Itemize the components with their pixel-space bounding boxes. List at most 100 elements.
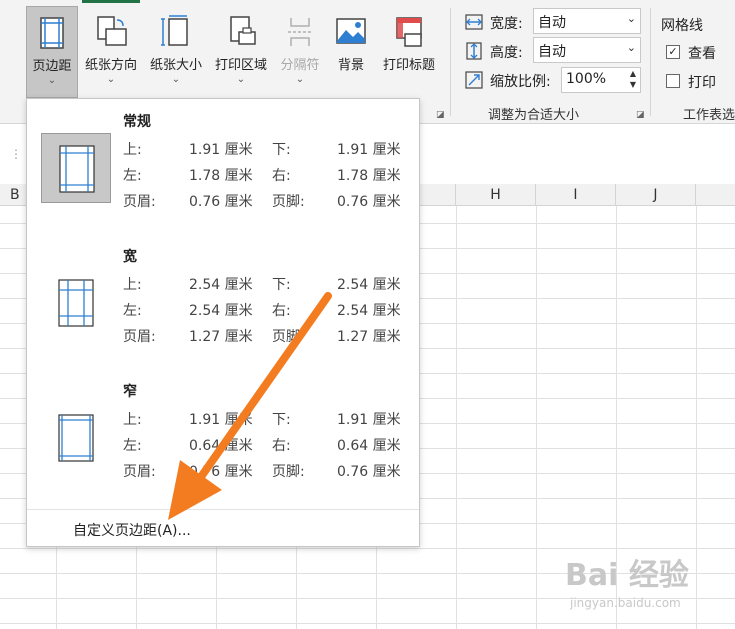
breaks-button[interactable]: 分隔符 ⌄ xyxy=(274,6,326,98)
top-label: 上: xyxy=(123,277,142,293)
footer-label: 页脚: xyxy=(272,194,305,210)
header-label: 页眉: xyxy=(123,329,156,345)
bottom-value: 2.54 厘米 xyxy=(337,277,401,293)
margins-dropdown: 常规 上: 1.91 厘米 下: 1.91 厘米 左: 1.78 厘米 右: 1… xyxy=(26,98,420,547)
gridlines-view-checkbox[interactable]: ✓ xyxy=(666,45,680,59)
width-value: 自动 xyxy=(538,15,566,31)
top-label: 上: xyxy=(123,412,142,428)
orientation-button[interactable]: 纸张方向 ⌄ xyxy=(80,6,142,98)
normal-margins-thumbnail xyxy=(41,133,111,203)
width-label: 宽度: xyxy=(490,16,523,32)
wide-margins-thumbnail xyxy=(41,268,111,338)
bottom-value: 1.91 厘米 xyxy=(337,412,401,428)
right-label: 右: xyxy=(272,438,291,454)
option-title: 常规 xyxy=(123,114,151,130)
narrow-margins-thumbnail xyxy=(41,403,111,473)
top-value: 1.91 厘米 xyxy=(189,142,253,158)
bottom-label: 下: xyxy=(272,277,291,293)
breaks-label: 分隔符 xyxy=(280,58,320,73)
chevron-down-icon: ⌄ xyxy=(295,74,305,85)
right-label: 右: xyxy=(272,168,291,184)
sheet-options-group-label: 工作表选 xyxy=(683,108,735,123)
left-label: 左: xyxy=(123,438,142,454)
header-value: 0.76 厘米 xyxy=(189,194,253,210)
height-select[interactable]: 自动 ⌄ xyxy=(533,37,641,63)
gridlines-title: 网格线 xyxy=(661,18,703,34)
chevron-down-icon: ⌄ xyxy=(106,74,116,85)
print-area-icon xyxy=(230,16,256,45)
background-button[interactable]: 背景 xyxy=(328,6,374,98)
background-label: 背景 xyxy=(337,58,364,73)
chevron-down-icon: ⌄ xyxy=(47,75,57,86)
margin-option-wide[interactable]: 宽 上: 2.54 厘米 下: 2.54 厘米 左: 2.54 厘米 右: 2.… xyxy=(27,234,419,364)
page-margins-icon xyxy=(58,279,94,327)
page-margins-icon xyxy=(59,145,95,193)
print-titles-button[interactable]: 打印标题 xyxy=(376,6,442,98)
left-value: 2.54 厘米 xyxy=(189,303,253,319)
header-label: 页眉: xyxy=(123,464,156,480)
gridlines-view-label: 查看 xyxy=(688,46,716,62)
chevron-up-icon[interactable]: ▲ xyxy=(630,69,636,78)
size-button[interactable]: 纸张大小 ⌄ xyxy=(144,6,208,98)
option-title: 宽 xyxy=(123,249,137,265)
footer-value: 0.76 厘米 xyxy=(337,464,401,480)
left-value: 1.78 厘米 xyxy=(189,168,253,184)
column-header-i[interactable]: I xyxy=(536,184,616,206)
width-icon xyxy=(465,14,483,30)
column-header-j[interactable]: J xyxy=(616,184,696,206)
header-value: 0.76 厘米 xyxy=(189,464,253,480)
gridlines-print-checkbox[interactable] xyxy=(666,74,680,88)
header-value: 1.27 厘米 xyxy=(189,329,253,345)
page-setup-launcher-icon[interactable]: ◪ xyxy=(436,110,446,120)
watermark-url: jingyan.baidu.com xyxy=(570,596,681,610)
print-area-button[interactable]: 打印区域 ⌄ xyxy=(210,6,272,98)
scale-launcher-icon[interactable]: ◪ xyxy=(636,110,646,120)
size-label: 纸张大小 xyxy=(149,58,202,73)
orientation-icon xyxy=(97,16,127,46)
watermark-logo: Bai 经验 xyxy=(565,558,689,593)
footer-label: 页脚 xyxy=(272,329,300,345)
bottom-label: 下: xyxy=(272,412,291,428)
gridlines-print-label: 打印 xyxy=(688,75,716,91)
right-value: 0.64 厘米 xyxy=(337,438,401,454)
column-header-h[interactable]: H xyxy=(456,184,536,206)
margin-option-narrow[interactable]: 窄 上: 1.91 厘米 下: 1.91 厘米 左: 0.64 厘米 右: 0.… xyxy=(27,369,419,499)
margins-label: 页边距 xyxy=(32,59,72,74)
chevron-down-icon[interactable]: ▼ xyxy=(630,80,636,89)
top-value: 1.91 厘米 xyxy=(189,412,253,428)
active-tab-indicator xyxy=(82,0,140,3)
left-value: 0.64 厘米 xyxy=(189,438,253,454)
footer-label: 页脚: xyxy=(272,464,305,480)
column-header-k[interactable] xyxy=(696,184,735,206)
right-value: 1.78 厘米 xyxy=(337,168,401,184)
scale-label: 缩放比例: xyxy=(490,74,551,90)
background-image-icon xyxy=(336,18,366,44)
scale-icon xyxy=(465,71,483,89)
header-label: 页眉: xyxy=(123,194,156,210)
custom-margins-item[interactable]: 自定义页边距(A)... xyxy=(27,509,419,546)
height-label: 高度: xyxy=(490,45,523,61)
chevron-down-icon: ⌄ xyxy=(626,41,636,54)
scale-to-fit-group-label: 调整为合适大小 xyxy=(488,108,580,123)
custom-margins-label: 自定义页边距(A)... xyxy=(73,523,191,539)
orientation-label: 纸张方向 xyxy=(84,58,137,73)
group-separator xyxy=(450,8,451,116)
scale-value: 100% xyxy=(566,71,607,87)
footer-value: 0.76 厘米 xyxy=(337,194,401,210)
right-label: 右: xyxy=(272,303,291,319)
width-select[interactable]: 自动 ⌄ xyxy=(533,8,641,34)
page-break-icon xyxy=(288,18,312,46)
margins-button[interactable]: 页边距 ⌄ xyxy=(26,6,78,98)
page-margins-icon xyxy=(58,414,94,462)
chevron-down-icon: ⌄ xyxy=(171,74,181,85)
chevron-down-icon: ⌄ xyxy=(236,74,246,85)
margin-option-normal[interactable]: 常规 上: 1.91 厘米 下: 1.91 厘米 左: 1.78 厘米 右: 1… xyxy=(27,99,419,229)
bottom-value: 1.91 厘米 xyxy=(337,142,401,158)
height-icon xyxy=(466,42,482,60)
right-value: 2.54 厘米 xyxy=(337,303,401,319)
left-label: 左: xyxy=(123,303,142,319)
scale-spinner[interactable]: 100% ▲ ▼ xyxy=(561,67,641,93)
height-value: 自动 xyxy=(538,44,566,60)
paper-size-icon xyxy=(161,15,188,46)
footer-value: 1.27 厘米 xyxy=(337,329,401,345)
